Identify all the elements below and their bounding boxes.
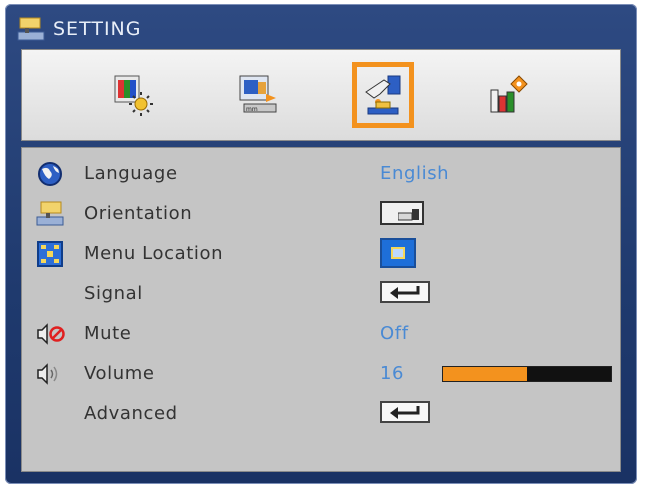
language-value[interactable]: English xyxy=(380,163,449,184)
menu-location-value[interactable] xyxy=(380,238,416,268)
volume-value: 16 xyxy=(380,363,405,384)
center-location-icon xyxy=(380,238,416,268)
menu-row-menu-location[interactable]: Menu Location xyxy=(22,234,620,272)
display-settings-icon: mm xyxy=(239,75,277,113)
menu-row-volume[interactable]: Volume 16 xyxy=(22,354,620,392)
settings-menu: Language English Orientation Menu Locati… xyxy=(21,147,621,472)
volume-slider[interactable] xyxy=(442,366,612,382)
menu-row-advanced[interactable]: Advanced xyxy=(22,394,620,432)
advanced-enter[interactable] xyxy=(380,401,430,423)
orientation-value[interactable] xyxy=(380,201,424,225)
enter-icon xyxy=(380,401,430,423)
volume-slider-fill xyxy=(443,367,527,381)
menu-location-icon xyxy=(37,241,63,267)
mute-label: Mute xyxy=(84,323,132,344)
tab-setting[interactable] xyxy=(352,62,415,128)
svg-text:mm: mm xyxy=(246,106,258,113)
mute-speaker-icon xyxy=(37,323,65,345)
enter-icon xyxy=(380,281,430,303)
menu-row-orientation[interactable]: Orientation xyxy=(22,194,620,232)
signal-label: Signal xyxy=(84,283,143,304)
tab-strip: mm xyxy=(21,49,621,141)
projector-orientation-icon xyxy=(36,201,64,226)
options-bars-icon xyxy=(490,75,528,113)
menu-location-label: Menu Location xyxy=(84,243,224,264)
osd-window: SETTING mm Language English Orientation … xyxy=(5,4,637,484)
menu-row-mute[interactable]: Mute Off xyxy=(22,314,620,352)
orientation-label: Orientation xyxy=(84,203,193,224)
projector-setting-icon xyxy=(17,17,45,41)
signal-enter[interactable] xyxy=(380,281,430,303)
speaker-icon xyxy=(37,363,58,385)
tab-options[interactable] xyxy=(477,62,539,128)
image-settings-icon xyxy=(114,75,154,116)
page-title: SETTING xyxy=(53,18,142,40)
globe-icon xyxy=(38,162,62,186)
language-label: Language xyxy=(84,163,178,184)
setup-hand-icon xyxy=(365,75,401,115)
menu-row-signal[interactable]: Signal xyxy=(22,274,620,312)
menu-row-language[interactable]: Language English xyxy=(22,154,620,192)
advanced-label: Advanced xyxy=(84,403,178,424)
volume-label: Volume xyxy=(84,363,155,384)
tab-image[interactable] xyxy=(103,62,165,128)
tab-display[interactable]: mm xyxy=(228,62,290,128)
title-bar: SETTING xyxy=(17,14,141,44)
mute-value[interactable]: Off xyxy=(380,323,409,344)
front-projection-icon xyxy=(380,201,424,225)
